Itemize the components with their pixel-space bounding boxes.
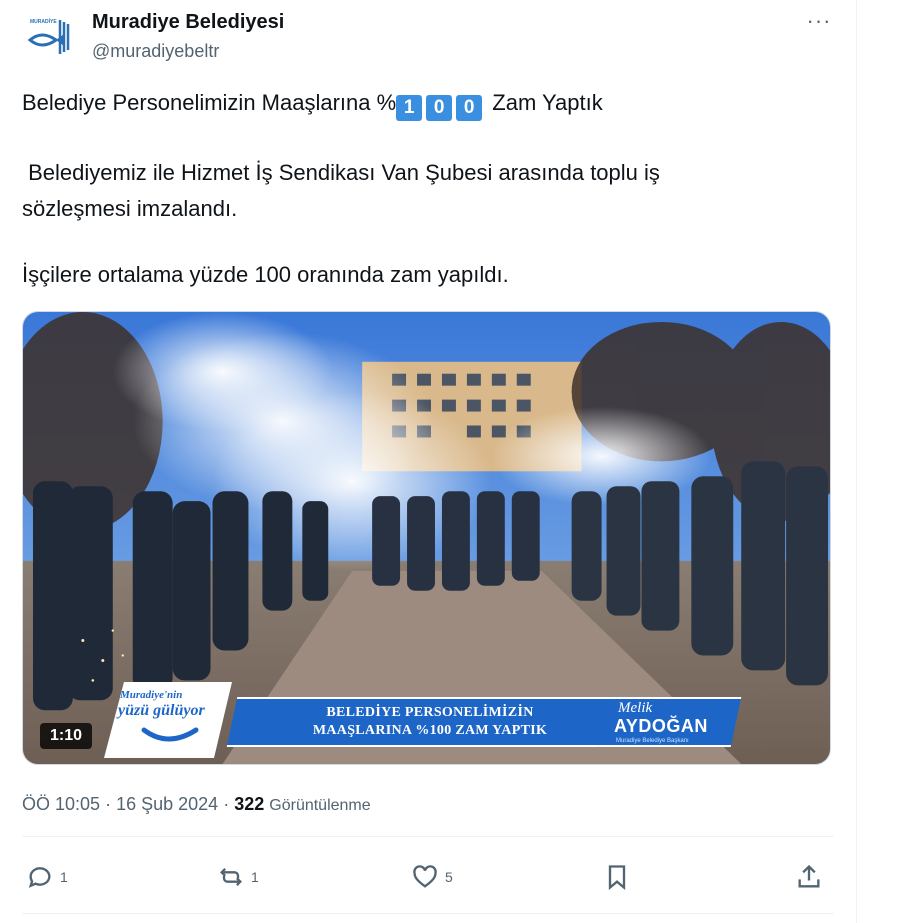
svg-text:MURADİYE: MURADİYE — [30, 18, 57, 25]
avatar[interactable]: MURADİYE — [22, 10, 76, 64]
divider — [22, 836, 834, 837]
video-duration-badge: 1:10 — [40, 723, 92, 749]
meta-separator: · — [105, 794, 112, 814]
reply-button[interactable]: 1 — [26, 860, 68, 894]
repost-icon — [220, 868, 242, 886]
divider — [22, 913, 834, 914]
user-handle[interactable]: @muradiyebeltr — [92, 41, 219, 62]
post-text-line-4: İşçilere ortalama yüzde 100 oranında zam… — [22, 262, 509, 287]
bookmark-button[interactable] — [603, 860, 631, 894]
banner-left-small-text: Muradiye'nin — [120, 689, 183, 701]
post-text-line-1: Belediye Personelimizin Maaşlarına % 1 0 0 … — [22, 90, 603, 121]
more-icon[interactable]: ··· — [804, 8, 834, 38]
post-text-line-1-start: Belediye Personelimizin Maaşlarına % — [22, 90, 397, 115]
municipality-logo-icon: MURADİYE — [22, 10, 76, 64]
post-meta: ÖÖ 10:05 · 16 Şub 2024 · 322 Görüntülenm… — [22, 794, 371, 815]
post-date[interactable]: 16 Şub 2024 — [116, 794, 218, 814]
views-count: 322 — [234, 794, 265, 814]
post-text-line-3: sözleşmesi imzalandı. — [22, 196, 238, 221]
bookmark-icon — [608, 865, 626, 890]
banner-line-2: MAAŞLARINA %100 ZAM YAPTIK — [312, 723, 548, 738]
post-text-line-1-end: Zam Yaptık — [492, 90, 603, 115]
signature-subtitle: Muradiye Belediye Başkanı — [616, 738, 689, 744]
reply-count: 1 — [60, 869, 68, 885]
reply-icon — [28, 867, 51, 888]
repost-button[interactable]: 1 — [217, 860, 259, 894]
display-name[interactable]: Muradiye Belediyesi — [92, 11, 284, 34]
column-border — [856, 0, 857, 923]
banner-left-big-text: yüzü gülüyor — [118, 702, 205, 719]
share-icon — [798, 864, 820, 888]
like-button[interactable]: 5 — [411, 860, 453, 894]
post-text-line-2: Belediyemiz ile Hizmet İş Sendikası Van … — [22, 160, 660, 185]
views-label: Görüntülenme — [269, 797, 371, 814]
repost-count: 1 — [251, 869, 259, 885]
tweet-card: MURADİYE Muradiye Belediyesi @muradiyebe… — [0, 0, 856, 923]
banner-title: BELEDİYE PERSONELİMİZİN MAAŞLARINA %100 … — [250, 704, 610, 740]
share-button[interactable] — [795, 860, 823, 894]
signature-name: AYDOĞAN — [614, 716, 708, 736]
meta-separator: · — [223, 794, 230, 814]
like-count: 5 — [445, 869, 453, 885]
like-icon — [413, 865, 437, 888]
post-time[interactable]: ÖÖ 10:05 — [22, 794, 100, 814]
keycap-digit: 1 — [396, 95, 423, 121]
keycap-digit: 0 — [426, 95, 453, 121]
banner-line-1: BELEDİYE PERSONELİMİZİN — [326, 705, 534, 720]
keycap-digit: 0 — [456, 95, 483, 121]
signature-script: Melik — [618, 700, 653, 716]
